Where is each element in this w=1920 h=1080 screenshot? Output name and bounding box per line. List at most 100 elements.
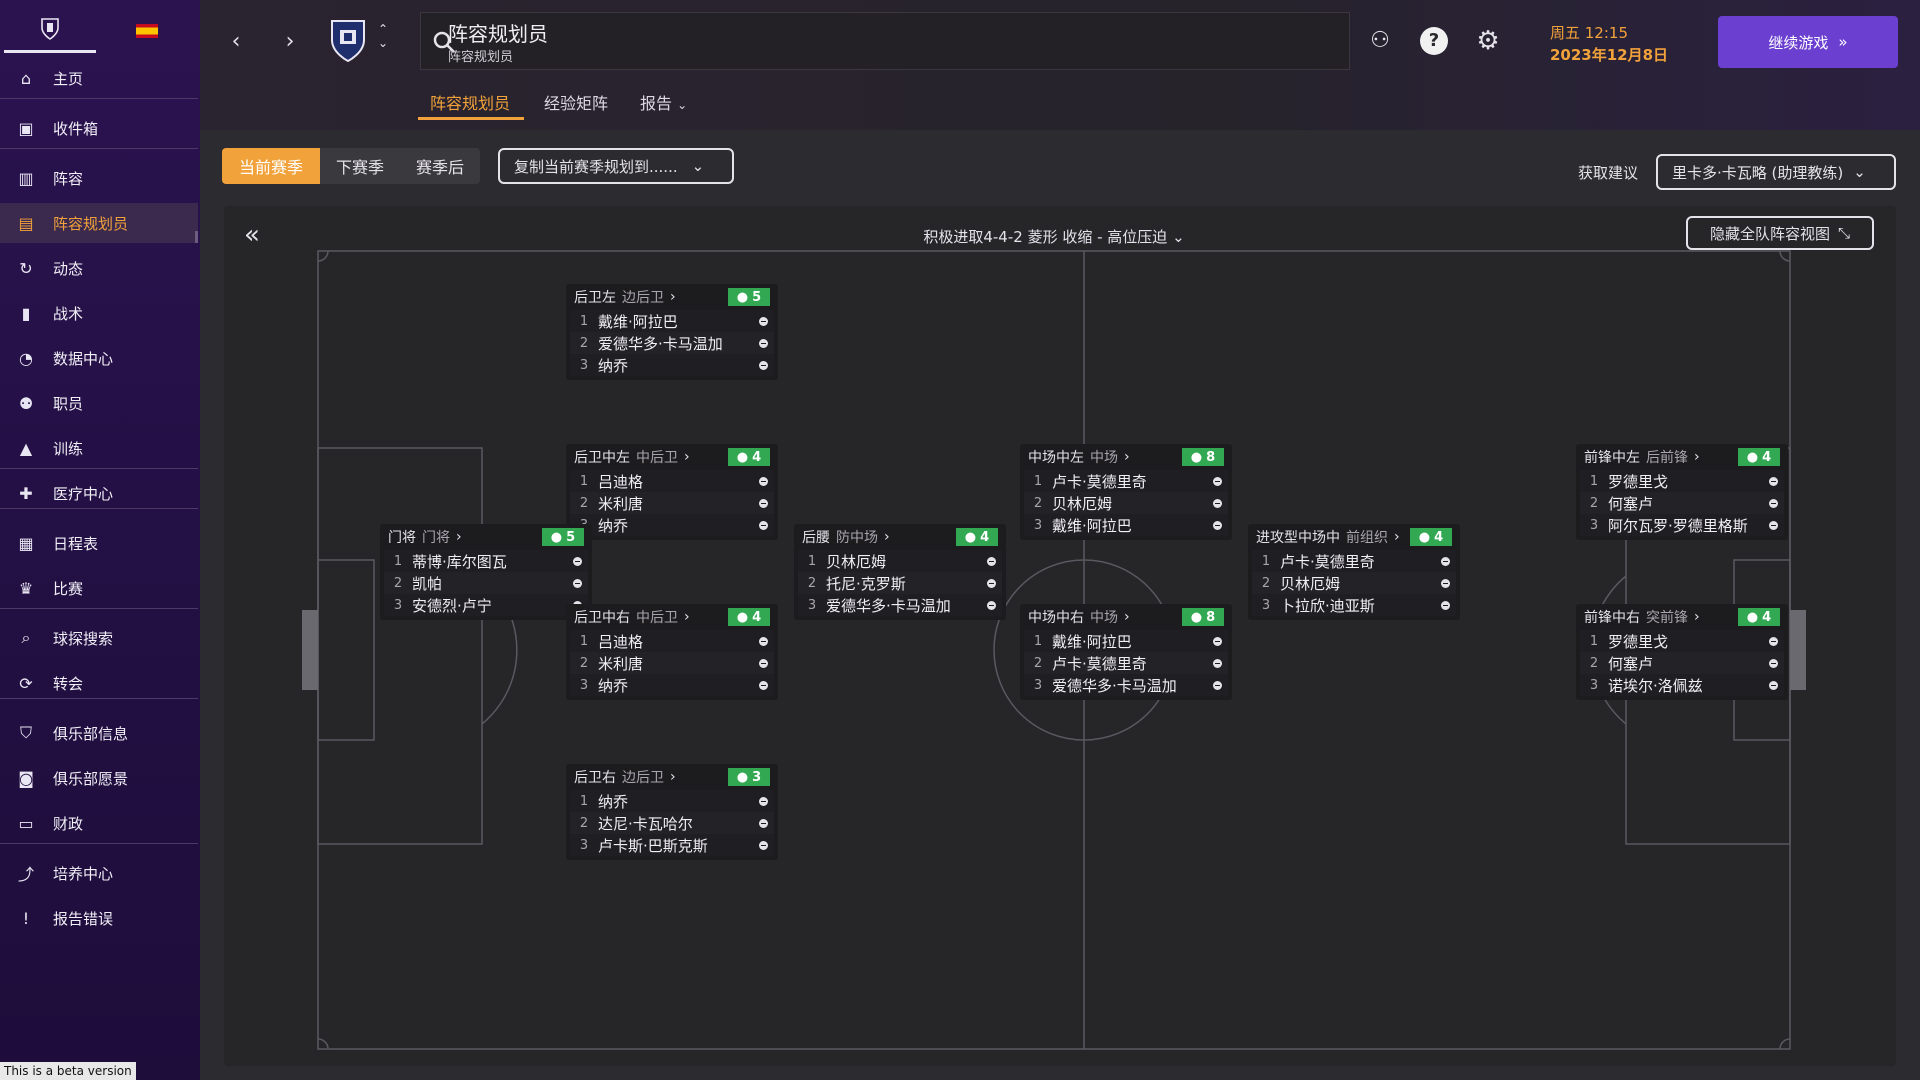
sidebar-item-11[interactable]: ♛ 比赛 xyxy=(0,568,198,608)
depth-chart-row[interactable]: 1 贝林厄姆 xyxy=(798,550,1002,572)
position-header[interactable]: 后卫右 边后卫 › ● 3 xyxy=(566,764,778,790)
formation-selector[interactable]: 积极进取4-4-2 菱形 收缩 - 高位压迫 ⌄ xyxy=(224,226,1884,247)
remove-player-icon[interactable] xyxy=(1769,681,1778,690)
sidebar-item-17[interactable]: ⤴ 培养中心 xyxy=(0,853,198,893)
sidebar-item-16[interactable]: ▭ 财政 xyxy=(0,803,198,843)
remove-player-icon[interactable] xyxy=(1769,499,1778,508)
remove-player-icon[interactable] xyxy=(987,579,996,588)
position-card[interactable]: 后卫左 边后卫 › ● 5 1 戴维·阿拉巴 2 爱德华多·卡马温加 3 纳乔 xyxy=(566,284,778,380)
remove-player-icon[interactable] xyxy=(1769,659,1778,668)
depth-chart-row[interactable]: 2 米利唐 xyxy=(570,492,774,514)
depth-chart-row[interactable]: 2 贝林厄姆 xyxy=(1024,492,1228,514)
network-icon[interactable]: ⚇ xyxy=(1366,27,1394,55)
sidebar-item-5[interactable]: ▮ 战术 xyxy=(0,293,198,333)
position-card[interactable]: 后卫中右 中后卫 › ● 4 1 吕迪格 2 米利唐 3 纳乔 xyxy=(566,604,778,700)
depth-chart-row[interactable]: 2 达尼·卡瓦哈尔 xyxy=(570,812,774,834)
sidebar-item-7[interactable]: ⚉ 职员 xyxy=(0,383,198,423)
position-header[interactable]: 后卫中右 中后卫 › ● 4 xyxy=(566,604,778,630)
nation-flag-icon[interactable] xyxy=(136,24,158,38)
depth-chart-row[interactable]: 3 安德烈·卢宁 xyxy=(384,594,588,616)
sidebar-item-14[interactable]: ⛉ 俱乐部信息 xyxy=(0,713,198,753)
depth-chart-row[interactable]: 1 蒂博·库尔图瓦 xyxy=(384,550,588,572)
remove-player-icon[interactable] xyxy=(1213,637,1222,646)
remove-player-icon[interactable] xyxy=(759,819,768,828)
depth-chart-row[interactable]: 1 纳乔 xyxy=(570,790,774,812)
position-card[interactable]: 进攻型中场中 前组织 › ● 4 1 卢卡·莫德里奇 2 贝林厄姆 3 卜拉欣·迪亚斯 xyxy=(1248,524,1460,620)
remove-player-icon[interactable] xyxy=(759,637,768,646)
sidebar-item-18[interactable]: ! 报告错误 xyxy=(0,898,198,938)
position-header[interactable]: 中场中左 中场 › ● 8 xyxy=(1020,444,1232,470)
remove-player-icon[interactable] xyxy=(759,339,768,348)
position-header[interactable]: 后卫中左 中后卫 › ● 4 xyxy=(566,444,778,470)
depth-chart-row[interactable]: 2 托尼·克罗斯 xyxy=(798,572,1002,594)
depth-chart-row[interactable]: 2 何塞卢 xyxy=(1580,492,1784,514)
position-header[interactable]: 进攻型中场中 前组织 › ● 4 xyxy=(1248,524,1460,550)
remove-player-icon[interactable] xyxy=(759,477,768,486)
position-header[interactable]: 门将 门将 › ● 5 xyxy=(380,524,592,550)
depth-chart-row[interactable]: 1 吕迪格 xyxy=(570,470,774,492)
position-card[interactable]: 门将 门将 › ● 5 1 蒂博·库尔图瓦 2 凯帕 3 安德烈·卢宁 xyxy=(380,524,592,620)
depth-chart-row[interactable]: 3 卢卡斯·巴斯克斯 xyxy=(570,834,774,856)
sidebar-item-10[interactable]: ▦ 日程表 xyxy=(0,523,198,563)
remove-player-icon[interactable] xyxy=(759,659,768,668)
sidebar-item-9[interactable]: ✚ 医疗中心 xyxy=(0,473,198,513)
depth-chart-row[interactable]: 1 吕迪格 xyxy=(570,630,774,652)
position-header[interactable]: 前锋中左 后前锋 › ● 4 xyxy=(1576,444,1788,470)
depth-chart-row[interactable]: 2 凯帕 xyxy=(384,572,588,594)
sidebar-item-0[interactable]: ⌂ 主页 xyxy=(0,58,198,98)
back-icon[interactable]: ‹ xyxy=(224,28,248,56)
depth-chart-row[interactable]: 1 戴维·阿拉巴 xyxy=(570,310,774,332)
position-card[interactable]: 中场中左 中场 › ● 8 1 卢卡·莫德里奇 2 贝林厄姆 3 戴维·阿拉巴 xyxy=(1020,444,1232,540)
season-current-button[interactable]: 当前赛季 xyxy=(222,148,320,184)
depth-chart-row[interactable]: 1 戴维·阿拉巴 xyxy=(1024,630,1228,652)
forward-icon[interactable]: › xyxy=(278,28,302,56)
sidebar-item-1[interactable]: ▣ 收件箱 xyxy=(0,108,198,148)
remove-player-icon[interactable] xyxy=(1213,521,1222,530)
club-crest-icon[interactable] xyxy=(328,18,368,64)
depth-chart-row[interactable]: 3 戴维·阿拉巴 xyxy=(1024,514,1228,536)
club-switch-icon[interactable]: ⌃ ⌄ xyxy=(378,22,388,50)
settings-gear-icon[interactable]: ⚙ xyxy=(1474,27,1502,55)
sidebar-item-8[interactable]: ▲ 训练 xyxy=(0,428,198,468)
depth-chart-row[interactable]: 2 米利唐 xyxy=(570,652,774,674)
sidebar-item-4[interactable]: ↻ 动态 xyxy=(0,248,198,288)
position-card[interactable]: 后卫右 边后卫 › ● 3 1 纳乔 2 达尼·卡瓦哈尔 3 卢卡斯·巴斯克斯 xyxy=(566,764,778,860)
position-header[interactable]: 后卫左 边后卫 › ● 5 xyxy=(566,284,778,310)
tab-reports[interactable]: 报告 ⌄ xyxy=(640,90,687,114)
remove-player-icon[interactable] xyxy=(1213,681,1222,690)
remove-player-icon[interactable] xyxy=(759,521,768,530)
copy-plan-dropdown[interactable]: 复制当前赛季规划到...... ⌄ xyxy=(498,148,734,184)
position-card[interactable]: 后卫中左中后卫 › ●4 1 吕迪格 2 米利唐3纳乔 xyxy=(566,444,778,540)
remove-player-icon[interactable] xyxy=(1213,499,1222,508)
remove-player-icon[interactable] xyxy=(573,579,582,588)
remove-player-icon[interactable] xyxy=(1441,557,1450,566)
season-after-button[interactable]: 赛季后 xyxy=(400,148,480,184)
depth-chart-row[interactable]: 1 罗德里戈 xyxy=(1580,630,1784,652)
remove-player-icon[interactable] xyxy=(759,797,768,806)
position-header[interactable]: 中场中右 中场 › ● 8 xyxy=(1020,604,1232,630)
remove-player-icon[interactable] xyxy=(1769,637,1778,646)
continue-button[interactable]: 继续游戏 » xyxy=(1718,16,1898,68)
hide-squad-view-button[interactable]: 隐藏全队阵容视图 ⤡ xyxy=(1686,216,1874,250)
depth-chart-row[interactable]: 3 纳乔 xyxy=(570,674,774,696)
position-card[interactable]: 中场中右 中场 › ● 8 1 戴维·阿拉巴 2 卢卡·莫德里奇 3 爱德华多·卡马温加 xyxy=(1020,604,1232,700)
depth-chart-row[interactable]: 1 罗德里戈 xyxy=(1580,470,1784,492)
club-shield-icon[interactable] xyxy=(40,18,60,40)
position-header[interactable]: 后腰 防中场 › ● 4 xyxy=(794,524,1006,550)
remove-player-icon[interactable] xyxy=(759,681,768,690)
depth-chart-row[interactable]: 3 爱德华多·卡马温加 xyxy=(798,594,1002,616)
remove-player-icon[interactable] xyxy=(573,557,582,566)
sidebar-item-3[interactable]: ▤ 阵容规划员 xyxy=(0,203,198,243)
sidebar-item-2[interactable]: ▥ 阵容 xyxy=(0,158,198,198)
remove-player-icon[interactable] xyxy=(759,499,768,508)
search-bar[interactable] xyxy=(420,12,1350,70)
depth-chart-row[interactable]: 2 何塞卢 xyxy=(1580,652,1784,674)
remove-player-icon[interactable] xyxy=(1769,521,1778,530)
position-card[interactable]: 前锋中右 突前锋 › ● 4 1 罗德里戈 2 何塞卢 3 诺埃尔·洛佩兹 xyxy=(1576,604,1788,700)
position-card[interactable]: 前锋中左 后前锋 › ● 4 1 罗德里戈 2 何塞卢 3 阿尔瓦罗·罗德里格斯 xyxy=(1576,444,1788,540)
depth-chart-row[interactable]: 2 爱德华多·卡马温加 xyxy=(570,332,774,354)
remove-player-icon[interactable] xyxy=(759,361,768,370)
depth-chart-row[interactable]: 1 卢卡·莫德里奇 xyxy=(1252,550,1456,572)
depth-chart-row[interactable]: 3 纳乔 xyxy=(570,354,774,376)
sidebar-item-13[interactable]: ⟳ 转会 xyxy=(0,663,198,703)
